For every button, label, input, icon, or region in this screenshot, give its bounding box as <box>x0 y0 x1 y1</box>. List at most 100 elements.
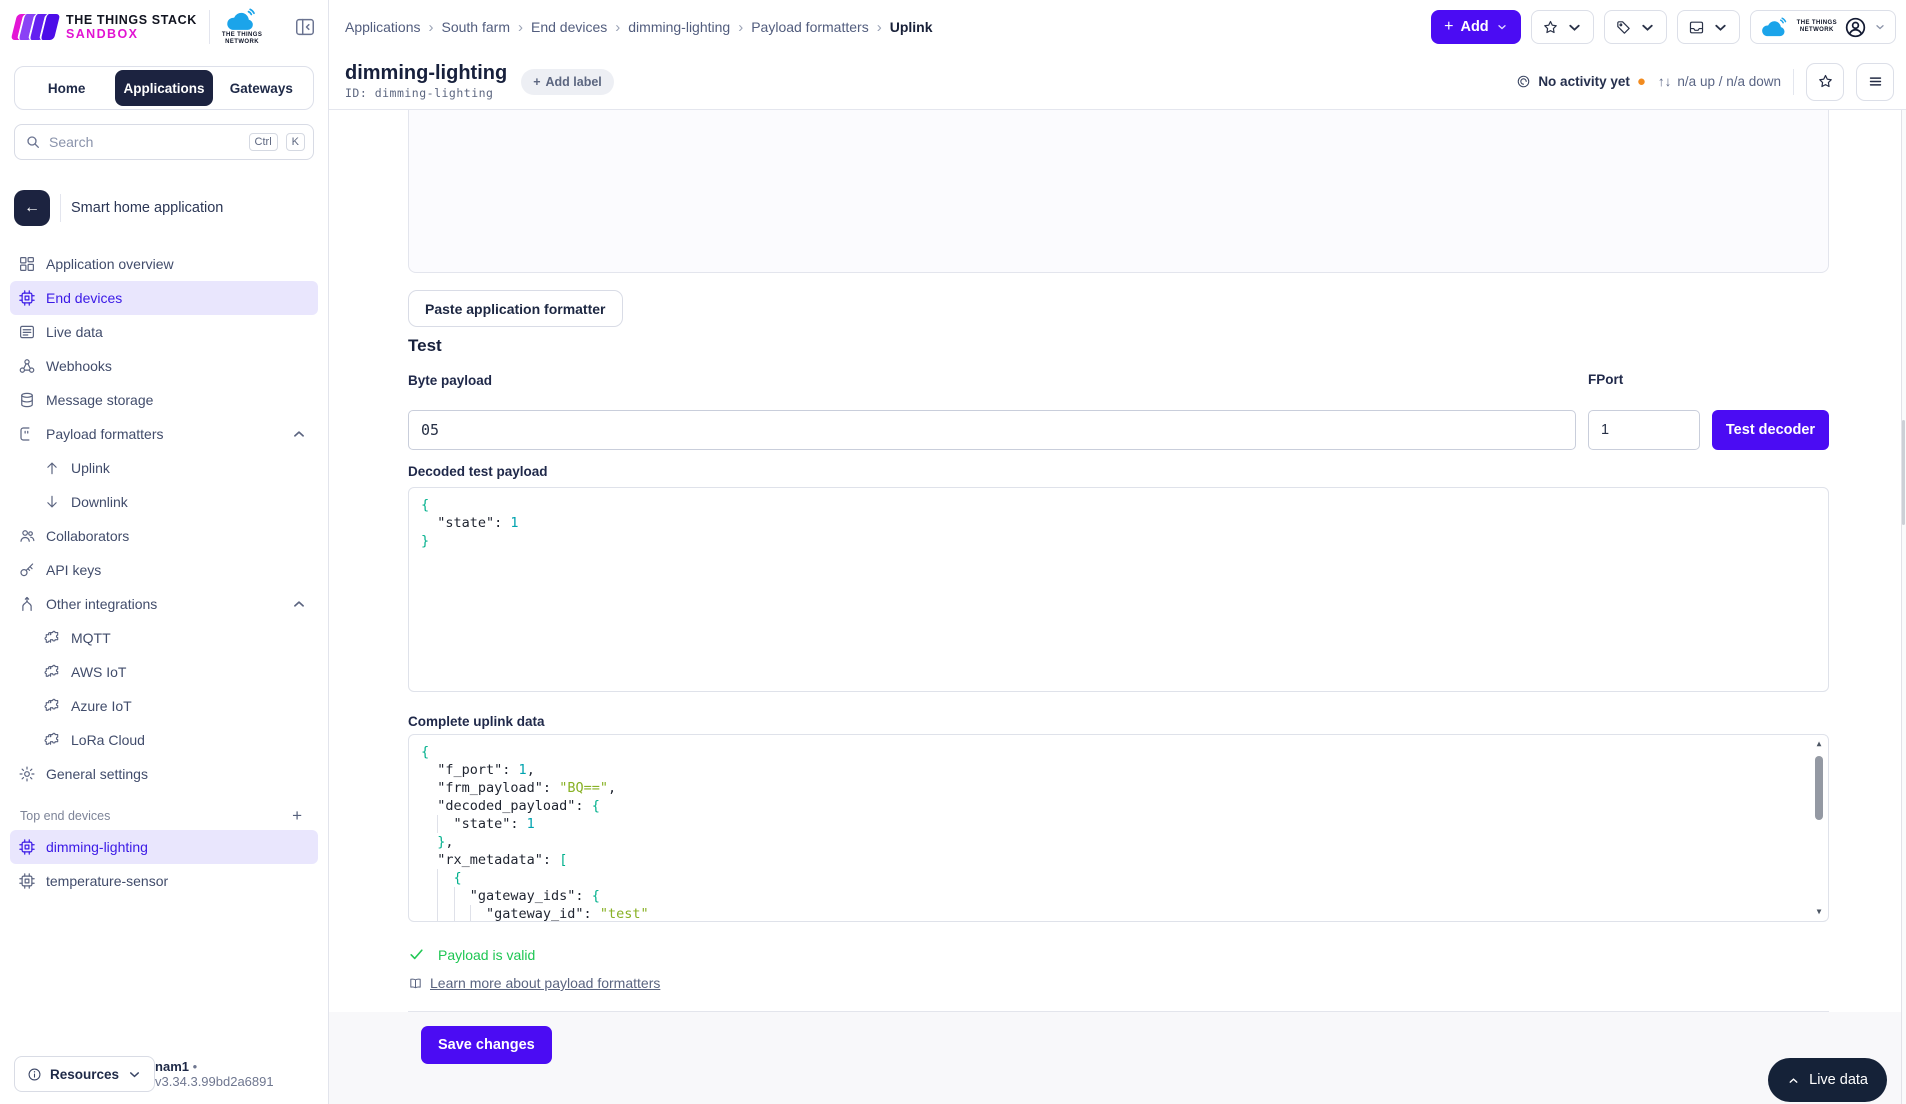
star-icon <box>1817 73 1834 90</box>
sidebar-device-dimming-lighting[interactable]: dimming-lighting <box>10 830 318 864</box>
resources-button[interactable]: Resources <box>14 1056 155 1092</box>
brand-title-block: THE THINGS STACK SANDBOX <box>66 13 197 42</box>
sidebar-item-collaborators[interactable]: Collaborators <box>10 519 318 553</box>
context-divider <box>60 194 61 222</box>
payload-formatter-form: Paste application formatter Test Byte pa… <box>408 110 1829 1012</box>
sidebar-item-lora-cloud[interactable]: LoRa Cloud <box>10 723 318 757</box>
sidebar-item-downlink[interactable]: Downlink <box>10 485 318 519</box>
breadcrumb-item[interactable]: Payload formatters <box>751 19 869 35</box>
bookmark-button[interactable] <box>1806 63 1844 101</box>
sidebar-item-aws-iot[interactable]: AWS IoT <box>10 655 318 689</box>
sidebar-item-live-data[interactable]: Live data <box>10 315 318 349</box>
decoded-payload-output[interactable]: { "state": 1} <box>408 487 1829 692</box>
sidebar-item-label: Application overview <box>46 256 174 272</box>
scroll-up-arrow-icon[interactable]: ▲ <box>1817 736 1822 752</box>
sidebar: THE THINGS STACK SANDBOX THE THINGSNETWO… <box>0 0 329 1104</box>
sidebar-item-label: LoRa Cloud <box>71 732 145 748</box>
sidebar-item-label: Other integrations <box>46 596 157 612</box>
sidebar-item-label: MQTT <box>71 630 111 646</box>
webhook-icon <box>18 357 36 375</box>
add-label-button[interactable]: + Add label <box>521 69 614 95</box>
info-icon <box>27 1067 42 1082</box>
arrow-left-icon: ← <box>24 199 40 217</box>
sidebar-item-label: Message storage <box>46 392 153 408</box>
tab-applications[interactable]: Applications <box>115 70 212 106</box>
arrow-up-icon <box>43 459 61 477</box>
cluster-version: nam1 • v3.34.3.99bd2a6891 <box>155 1059 314 1089</box>
star-icon <box>1542 19 1559 36</box>
header-divider <box>209 10 210 44</box>
inbox-dropdown[interactable] <box>1677 10 1740 44</box>
sidebar-item-message-storage[interactable]: Message storage <box>10 383 318 417</box>
chevron-up-icon <box>1787 1074 1800 1087</box>
sidebar-item-api-keys[interactable]: API keys <box>10 553 318 587</box>
live-data-button[interactable]: Live data <box>1768 1058 1887 1102</box>
chevron-up-icon <box>290 425 308 443</box>
test-decoder-button[interactable]: Test decoder <box>1712 410 1829 450</box>
add-button[interactable]: + Add <box>1431 10 1521 44</box>
fport-label: FPort <box>1588 372 1700 387</box>
byte-payload-input[interactable] <box>408 410 1576 450</box>
tag-icon <box>1615 19 1632 36</box>
shortcut-key-ctrl: Ctrl <box>249 133 278 151</box>
complete-uplink-data-label: Complete uplink data <box>408 714 1829 729</box>
validation-message: Payload is valid <box>438 947 535 963</box>
payload-formatter-icon <box>18 425 36 443</box>
breadcrumb-item: Uplink <box>890 19 933 35</box>
breadcrumb-item[interactable]: South farm <box>442 19 510 35</box>
paste-application-formatter-button[interactable]: Paste application formatter <box>408 290 623 327</box>
page-scrollbar[interactable] <box>1901 110 1906 1104</box>
breadcrumb-item[interactable]: Applications <box>345 19 421 35</box>
search-box[interactable]: Ctrl K <box>14 124 314 160</box>
starred-dropdown[interactable] <box>1531 10 1594 44</box>
sidebar-item-end-devices[interactable]: End devices <box>10 281 318 315</box>
page-header: dimming-lighting ID: dimming-lighting + … <box>329 54 1906 110</box>
collapse-sidebar-icon[interactable] <box>294 16 316 38</box>
book-icon <box>408 976 423 991</box>
sidebar-item-other-integrations[interactable]: Other integrations <box>10 587 318 621</box>
scrollbar-thumb[interactable] <box>1815 756 1823 820</box>
brand-title: THE THINGS STACK <box>66 13 197 27</box>
save-changes-button[interactable]: Save changes <box>421 1026 552 1064</box>
back-button[interactable]: ← <box>14 190 50 226</box>
tab-home[interactable]: Home <box>18 70 115 106</box>
sidebar-item-label: temperature-sensor <box>46 873 168 889</box>
page-scrollbar-thumb[interactable] <box>1902 420 1905 525</box>
formatter-code-editor[interactable] <box>408 110 1829 273</box>
sidebar-item-mqtt[interactable]: MQTT <box>10 621 318 655</box>
breadcrumb: Applications›South farm›End devices›dimm… <box>345 19 932 36</box>
sidebar-item-label: Downlink <box>71 494 128 510</box>
sidebar-item-webhooks[interactable]: Webhooks <box>10 349 318 383</box>
sidebar-item-azure-iot[interactable]: Azure IoT <box>10 689 318 723</box>
page-header-right: No activity yet ● ↑↓ n/a up / n/a down <box>1516 63 1894 101</box>
device-chip-icon <box>18 289 36 307</box>
app-root: THE THINGS STACK SANDBOX THE THINGSNETWO… <box>0 0 1906 1104</box>
application-name: Smart home application <box>71 200 223 216</box>
breadcrumb-item[interactable]: End devices <box>531 19 607 35</box>
breadcrumb-separator-icon: › <box>429 19 434 36</box>
add-device-icon[interactable]: + <box>292 807 302 824</box>
grid-icon <box>18 255 36 273</box>
learn-more-link[interactable]: Learn more about payload formatters <box>430 975 660 991</box>
sidebar-item-payload-formatters[interactable]: Payload formatters <box>10 417 318 451</box>
breadcrumb-item[interactable]: dimming-lighting <box>628 19 730 35</box>
network-account-switcher[interactable]: THE THINGSNETWORK <box>1750 10 1896 44</box>
search-input[interactable] <box>49 134 241 150</box>
sidebar-item-uplink[interactable]: Uplink <box>10 451 318 485</box>
menu-button[interactable] <box>1856 63 1894 101</box>
chevron-down-icon <box>1566 19 1583 36</box>
sidebar-item-application-overview[interactable]: Application overview <box>10 247 318 281</box>
sidebar-item-general-settings[interactable]: General settings <box>10 757 318 791</box>
up-down-arrows-icon: ↑↓ <box>1658 74 1672 89</box>
test-input-row: FPort Test decoder <box>408 395 1829 450</box>
complete-uplink-output[interactable]: ▲ ▼ { "f_port": 1, "frm_payload": "BQ=="… <box>408 734 1829 922</box>
chevron-down-icon <box>1712 19 1729 36</box>
breadcrumb-separator-icon: › <box>738 19 743 36</box>
uplink-scrollbar[interactable]: ▲ ▼ <box>1811 736 1827 920</box>
inbox-icon <box>1688 19 1705 36</box>
fport-input[interactable] <box>1588 410 1700 450</box>
tags-dropdown[interactable] <box>1604 10 1667 44</box>
scroll-down-arrow-icon[interactable]: ▼ <box>1817 904 1822 920</box>
tab-gateways[interactable]: Gateways <box>213 70 310 106</box>
sidebar-device-temperature-sensor[interactable]: temperature-sensor <box>10 864 318 898</box>
